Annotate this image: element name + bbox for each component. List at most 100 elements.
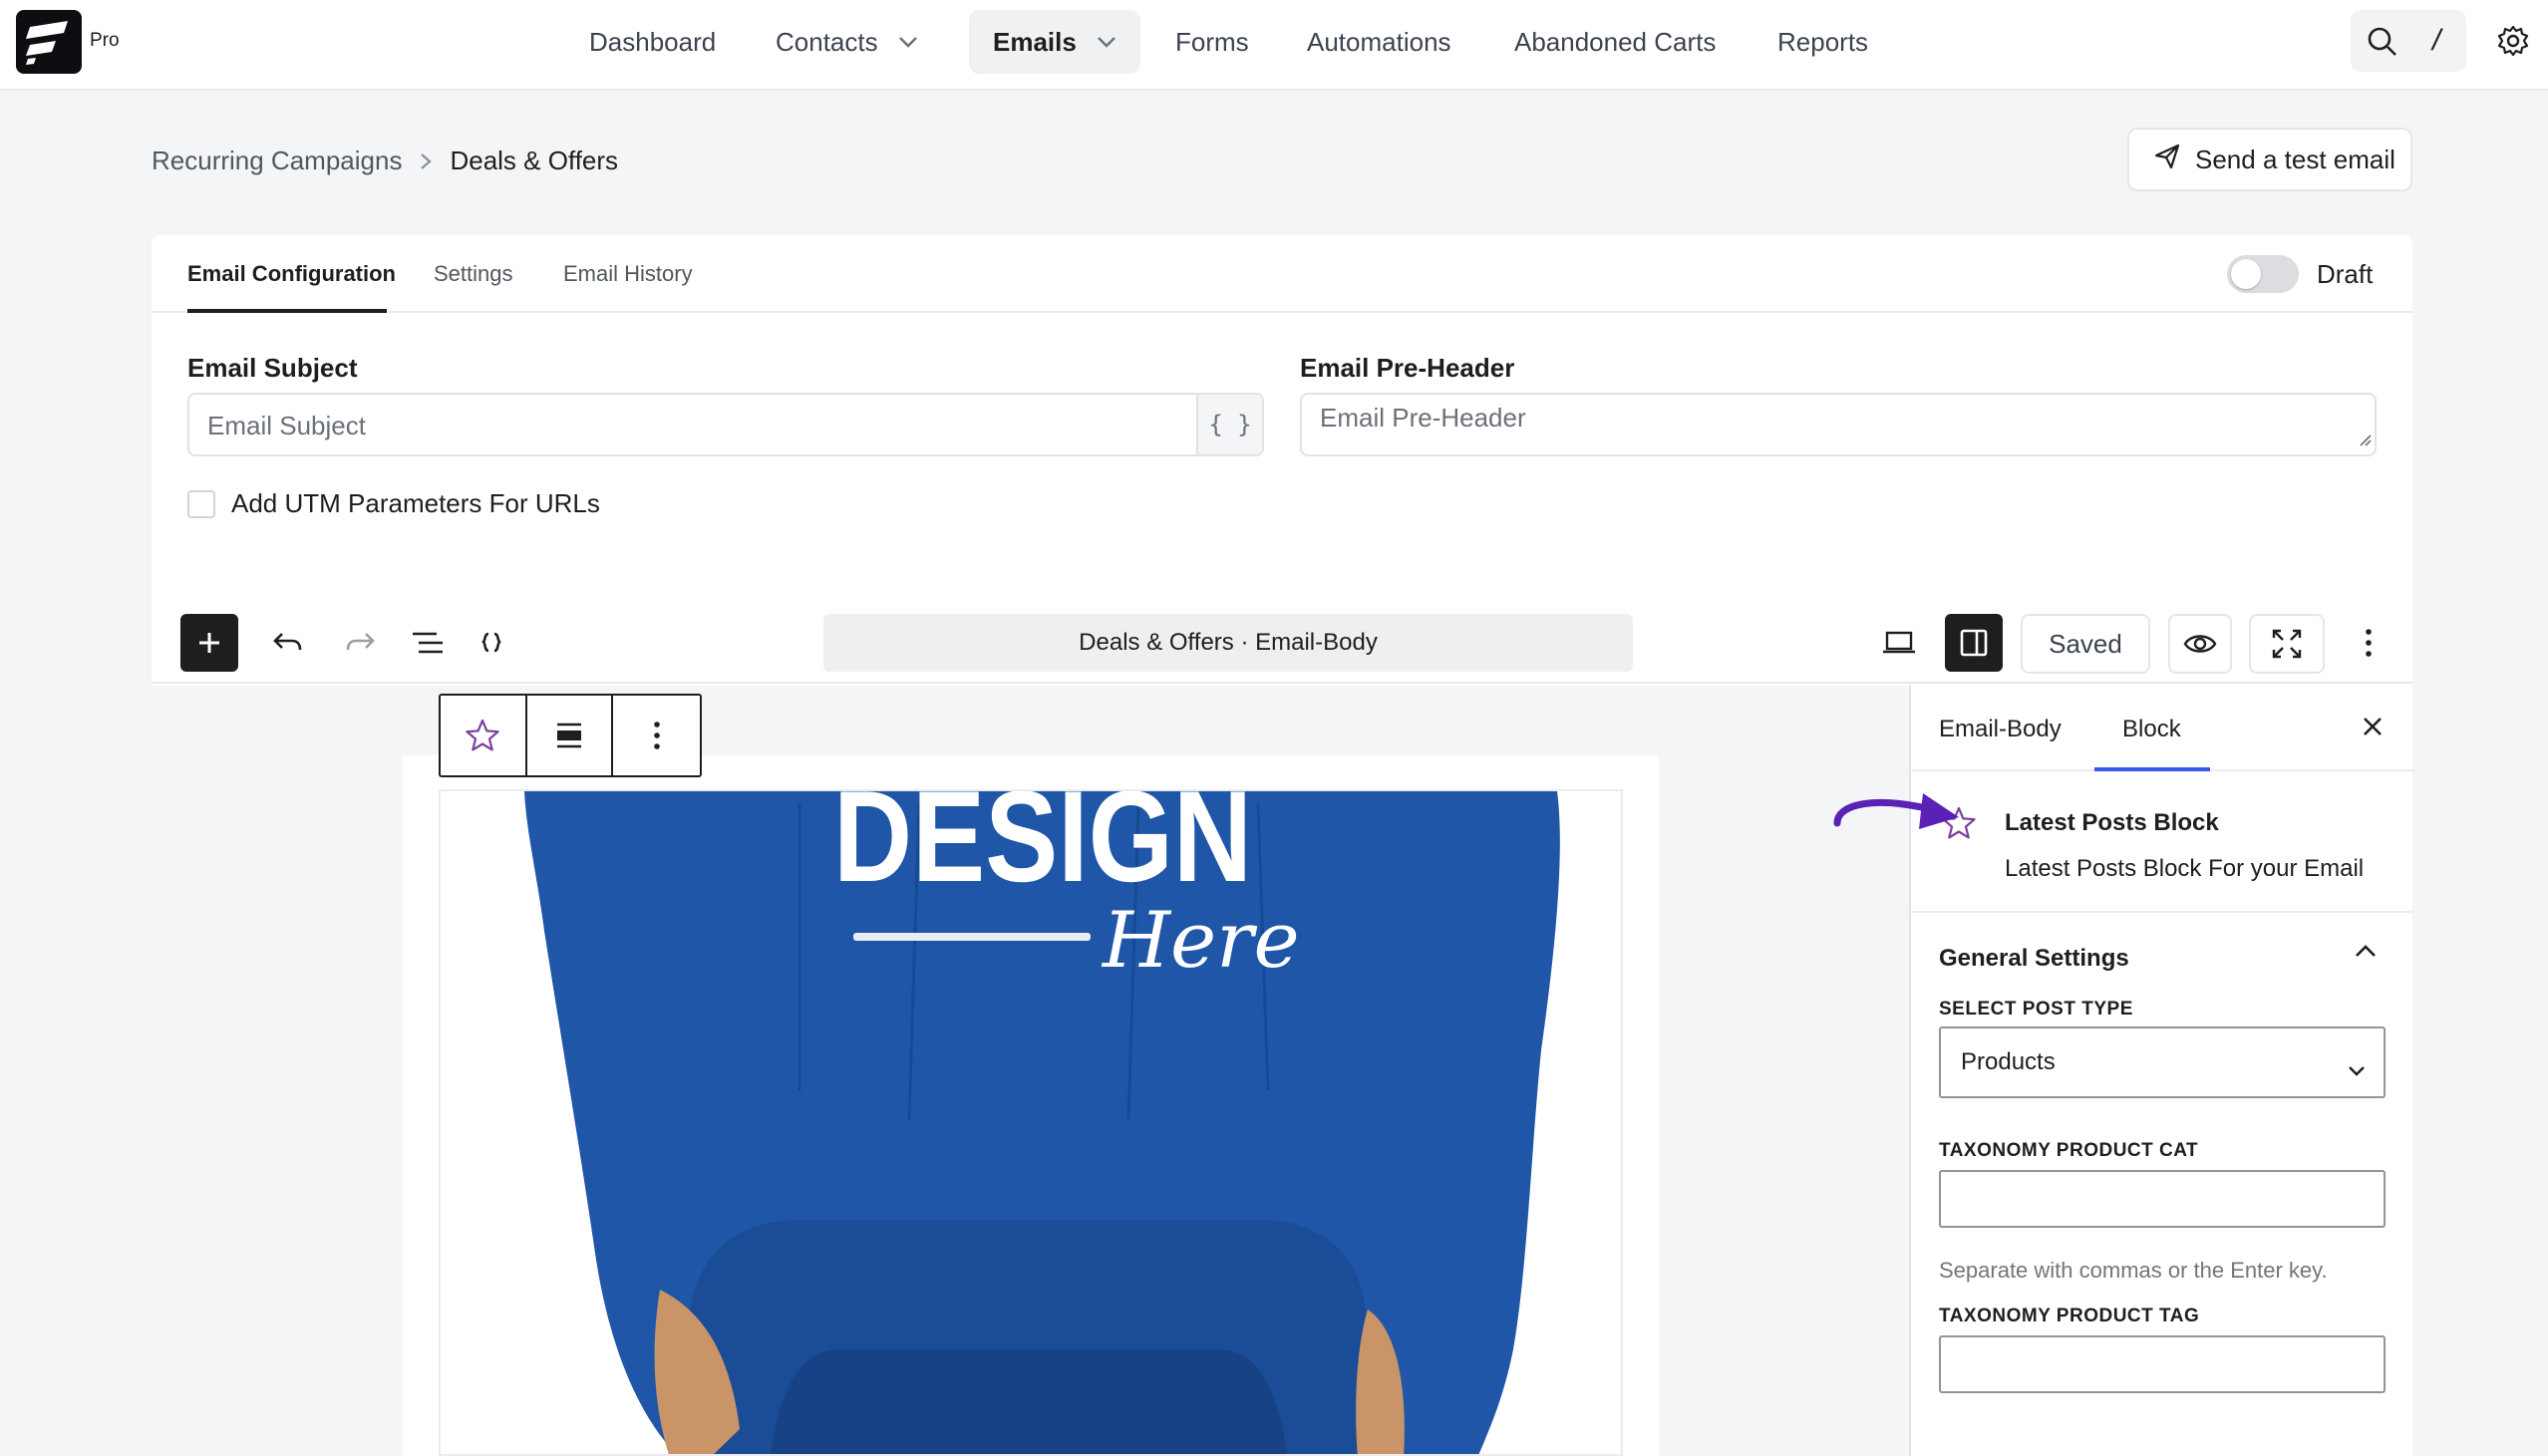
tab-email-history[interactable]: Email History xyxy=(563,261,693,287)
star-icon xyxy=(466,719,500,751)
block-options-button[interactable] xyxy=(613,696,700,775)
send-icon xyxy=(2153,143,2195,177)
nav-label: Automations xyxy=(1307,26,1451,57)
send-test-email-button[interactable]: Send a test email xyxy=(2127,128,2412,191)
tab-settings[interactable]: Settings xyxy=(434,261,513,287)
sidebar-icon xyxy=(1960,629,1988,657)
tab-email-body[interactable]: Email-Body xyxy=(1939,716,2062,743)
block-name: Latest Posts Block xyxy=(2005,809,2219,836)
taxonomy-cat-label: TAXONOMY PRODUCT CAT xyxy=(1939,1140,2199,1161)
breadcrumb-current: Deals & Offers xyxy=(450,146,619,175)
email-subject-label: Email Subject xyxy=(187,353,358,383)
desktop-preview-button[interactable] xyxy=(1874,618,1924,668)
status-toggle[interactable] xyxy=(2227,255,2299,293)
undo-button[interactable] xyxy=(263,618,313,668)
nav-label: Emails xyxy=(993,26,1077,57)
more-options-button[interactable] xyxy=(2349,618,2389,668)
taxonomy-tag-label: TAXONOMY PRODUCT TAG xyxy=(1939,1306,2200,1326)
close-icon[interactable] xyxy=(2360,714,2386,744)
tab-block[interactable]: Block xyxy=(2122,716,2181,743)
nav-item-contacts[interactable]: Contacts xyxy=(776,10,918,74)
top-navigation: Pro Dashboard Contacts Emails Forms Auto… xyxy=(0,0,2548,91)
nav-item-forms[interactable]: Forms xyxy=(1175,10,1249,74)
taxonomy-tag-input[interactable] xyxy=(1939,1335,2386,1393)
tab-email-configuration[interactable]: Email Configuration xyxy=(187,261,396,287)
sidebar-tabs: Email-Body Block xyxy=(1911,686,2414,771)
checkbox[interactable] xyxy=(187,489,215,518)
block-type-button[interactable] xyxy=(441,696,527,775)
redo-button[interactable] xyxy=(335,618,385,668)
post-type-label: SELECT POST TYPE xyxy=(1939,999,2133,1019)
nav-item-abandoned-carts[interactable]: Abandoned Carts xyxy=(1514,10,1716,74)
editor-canvas[interactable]: DESIGN Here xyxy=(152,686,1909,1456)
email-preheader-label: Email Pre-Header xyxy=(1300,353,1515,383)
block-card: Latest Posts Block Latest Posts Block Fo… xyxy=(1911,773,2414,913)
shortcut-key: / xyxy=(2432,24,2441,57)
more-vertical-icon xyxy=(2366,629,2372,657)
email-subject-input[interactable]: Email Subject { } xyxy=(187,393,1264,456)
global-search[interactable]: / xyxy=(2351,10,2466,72)
saved-label: Saved xyxy=(2049,628,2122,659)
fullscreen-button[interactable] xyxy=(2249,614,2325,674)
curly-braces-icon xyxy=(481,632,501,653)
list-view-icon xyxy=(413,632,443,654)
settings-sidebar-toggle[interactable] xyxy=(1945,614,2003,672)
editor-toolbar: Deals & Offers · Email-Body Saved xyxy=(152,604,2412,684)
nav-label: Dashboard xyxy=(589,26,717,57)
post-type-value: Products xyxy=(1961,1048,2056,1075)
search-icon xyxy=(2367,26,2398,63)
email-preheader-placeholder: Email Pre-Header xyxy=(1320,403,1526,433)
plus-icon xyxy=(199,633,219,653)
laptop-icon xyxy=(1883,631,1915,654)
toggle-knob xyxy=(2231,259,2261,289)
document-title-bar[interactable]: Deals & Offers · Email-Body xyxy=(823,614,1633,672)
nav-item-emails[interactable]: Emails xyxy=(969,10,1140,74)
email-config-panel: Email Configuration Settings Email Histo… xyxy=(152,235,2414,1456)
active-tab-indicator xyxy=(2094,767,2210,771)
latest-posts-block[interactable]: DESIGN Here xyxy=(439,789,1623,1456)
nav-item-automations[interactable]: Automations xyxy=(1307,10,1451,74)
list-view-button[interactable] xyxy=(403,618,453,668)
svg-text:DESIGN: DESIGN xyxy=(833,791,1252,909)
product-image: DESIGN Here xyxy=(441,791,1621,1454)
nav-item-dashboard[interactable]: Dashboard xyxy=(589,10,716,74)
chevron-right-icon xyxy=(420,152,433,170)
chevron-down-icon xyxy=(2348,1056,2366,1084)
config-tabs: Email Configuration Settings Email Histo… xyxy=(152,235,2412,313)
chevron-up-icon[interactable] xyxy=(2354,943,2378,964)
resize-grip-icon[interactable] xyxy=(2357,432,2373,452)
more-vertical-icon xyxy=(653,722,660,749)
chevron-down-icon xyxy=(898,36,918,48)
taxonomy-cat-input[interactable] xyxy=(1939,1170,2386,1228)
utm-parameters-checkbox[interactable]: Add UTM Parameters For URLs xyxy=(187,488,600,519)
svg-text:Here: Here xyxy=(1101,896,1300,986)
active-tab-indicator xyxy=(187,309,387,313)
nav-label: Abandoned Carts xyxy=(1514,26,1717,57)
send-test-label: Send a test email xyxy=(2195,144,2395,174)
breadcrumb-parent[interactable]: Recurring Campaigns xyxy=(152,146,402,176)
redo-icon xyxy=(346,633,375,651)
align-button[interactable] xyxy=(527,696,614,775)
fullscreen-icon xyxy=(2272,629,2302,659)
nav-item-reports[interactable]: Reports xyxy=(1777,10,1868,74)
saved-status-button[interactable]: Saved xyxy=(2021,614,2150,674)
add-block-button[interactable] xyxy=(180,614,238,672)
annotation-arrow-icon xyxy=(1833,793,1959,829)
smartcode-toolbar-button[interactable] xyxy=(467,618,516,668)
preview-button[interactable] xyxy=(2168,614,2232,674)
app-logo[interactable] xyxy=(16,10,82,74)
align-center-icon xyxy=(557,723,581,748)
taxonomy-cat-help: Separate with commas or the Enter key. xyxy=(1939,1258,2328,1283)
logo-mark-icon xyxy=(26,21,68,65)
post-type-select[interactable]: Products xyxy=(1939,1026,2386,1098)
gear-icon[interactable] xyxy=(2496,24,2530,63)
general-settings-title[interactable]: General Settings xyxy=(1939,945,2129,973)
block-settings-sidebar: Email-Body Block Latest Posts Block Late… xyxy=(1909,686,2414,1456)
smartcode-button[interactable]: { } xyxy=(1196,395,1262,454)
email-preheader-input[interactable]: Email Pre-Header xyxy=(1300,393,2377,456)
utm-label: Add UTM Parameters For URLs xyxy=(231,488,600,518)
block-description: Latest Posts Block For your Email xyxy=(2005,855,2365,882)
nav-label: Contacts xyxy=(776,26,878,57)
document-title: Deals & Offers · Email-Body xyxy=(1079,629,1378,656)
email-subject-placeholder: Email Subject xyxy=(207,411,366,440)
